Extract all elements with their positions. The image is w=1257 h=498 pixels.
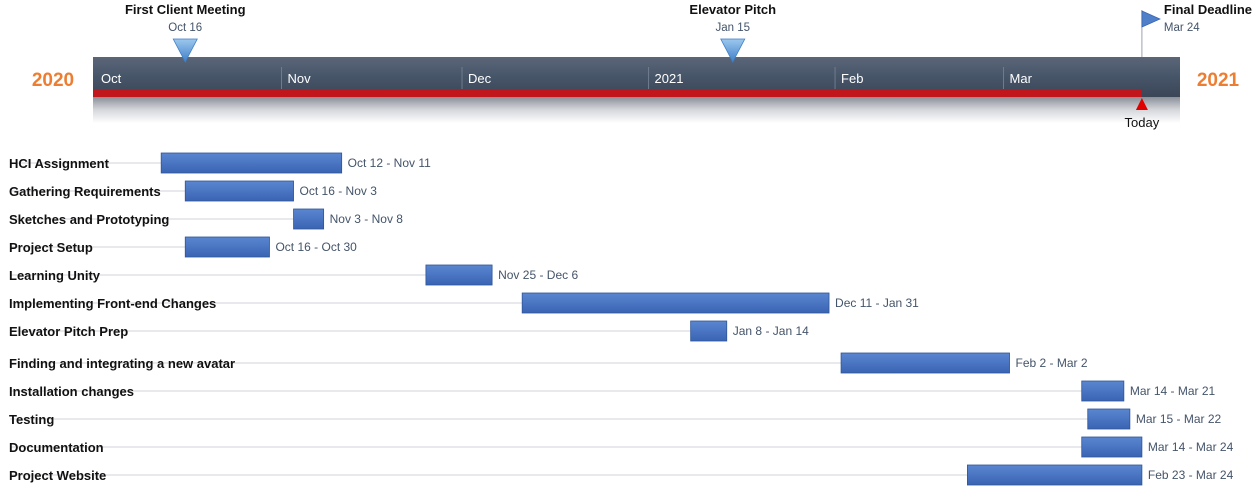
milestones: First Client Meeting Oct 16 Elevator Pitch… (125, 2, 1252, 63)
flag-icon (1141, 10, 1161, 28)
task-dates: Mar 14 - Mar 24 (1148, 440, 1234, 454)
end-year-label: 2021 (1197, 70, 1240, 91)
start-year-label: 2020 (32, 70, 74, 91)
task-name: Learning Unity (9, 268, 101, 283)
task-bar (160, 152, 343, 174)
month-label: Mar (1010, 71, 1033, 86)
task-bar (521, 292, 830, 314)
month-label: Oct (101, 71, 122, 86)
task-rows: HCI Assignment Oct 12 - Nov 11 Gathering R… (9, 152, 1234, 486)
task-name: Installation changes (9, 384, 134, 399)
task-bar (1087, 408, 1131, 430)
task-bar (1081, 380, 1125, 402)
task-dates: Feb 2 - Mar 2 (1016, 356, 1088, 370)
task-bar (690, 320, 728, 342)
milestone-date: Mar 24 (1164, 22, 1200, 34)
month-label: Dec (468, 71, 492, 86)
task-bar (1081, 436, 1143, 458)
month-label: 2021 (655, 71, 684, 86)
task-name: Documentation (9, 440, 104, 455)
task-bar (184, 180, 294, 202)
milestone-title: First Client Meeting (125, 2, 246, 17)
task-bar (293, 208, 325, 230)
task-name: Testing (9, 412, 54, 427)
task-bar (184, 236, 270, 258)
timeline-progress-bar (93, 89, 1142, 97)
task-name: Implementing Front-end Changes (9, 296, 216, 311)
task-name: Gathering Requirements (9, 184, 161, 199)
month-label: Feb (841, 71, 863, 86)
task-bar (840, 352, 1010, 374)
milestone-title: Final Deadline (1164, 2, 1252, 17)
task-name: Finding and integrating a new avatar (9, 356, 235, 371)
task-dates: Oct 16 - Oct 30 (275, 240, 357, 254)
task-dates: Oct 16 - Nov 3 (300, 184, 378, 198)
timeline-shadow (93, 97, 1180, 123)
task-dates: Feb 23 - Mar 24 (1148, 468, 1234, 482)
task-name: Project Setup (9, 240, 93, 255)
task-bar (967, 464, 1143, 486)
today-label: Today (1125, 115, 1160, 130)
task-dates: Mar 15 - Mar 22 (1136, 412, 1222, 426)
task-dates: Nov 3 - Nov 8 (330, 212, 404, 226)
task-dates: Mar 14 - Mar 21 (1130, 384, 1216, 398)
task-name: Sketches and Prototyping (9, 212, 169, 227)
task-name: Project Website (9, 468, 106, 483)
milestone-date: Jan 15 (716, 22, 751, 34)
month-label: Nov (288, 71, 312, 86)
milestone-date: Oct 16 (168, 22, 202, 34)
task-bar (425, 264, 493, 286)
milestone-title: Elevator Pitch (689, 2, 776, 17)
gantt-chart: Oct Nov Dec 2021 Feb Mar 2020 2021 Today Firs… (9, 2, 1252, 486)
task-dates: Jan 8 - Jan 14 (733, 324, 809, 338)
task-dates: Nov 25 - Dec 6 (498, 268, 578, 282)
task-name: Elevator Pitch Prep (9, 324, 128, 339)
task-dates: Oct 12 - Nov 11 (348, 156, 431, 170)
task-dates: Dec 11 - Jan 31 (835, 296, 919, 310)
task-name: HCI Assignment (9, 156, 110, 171)
